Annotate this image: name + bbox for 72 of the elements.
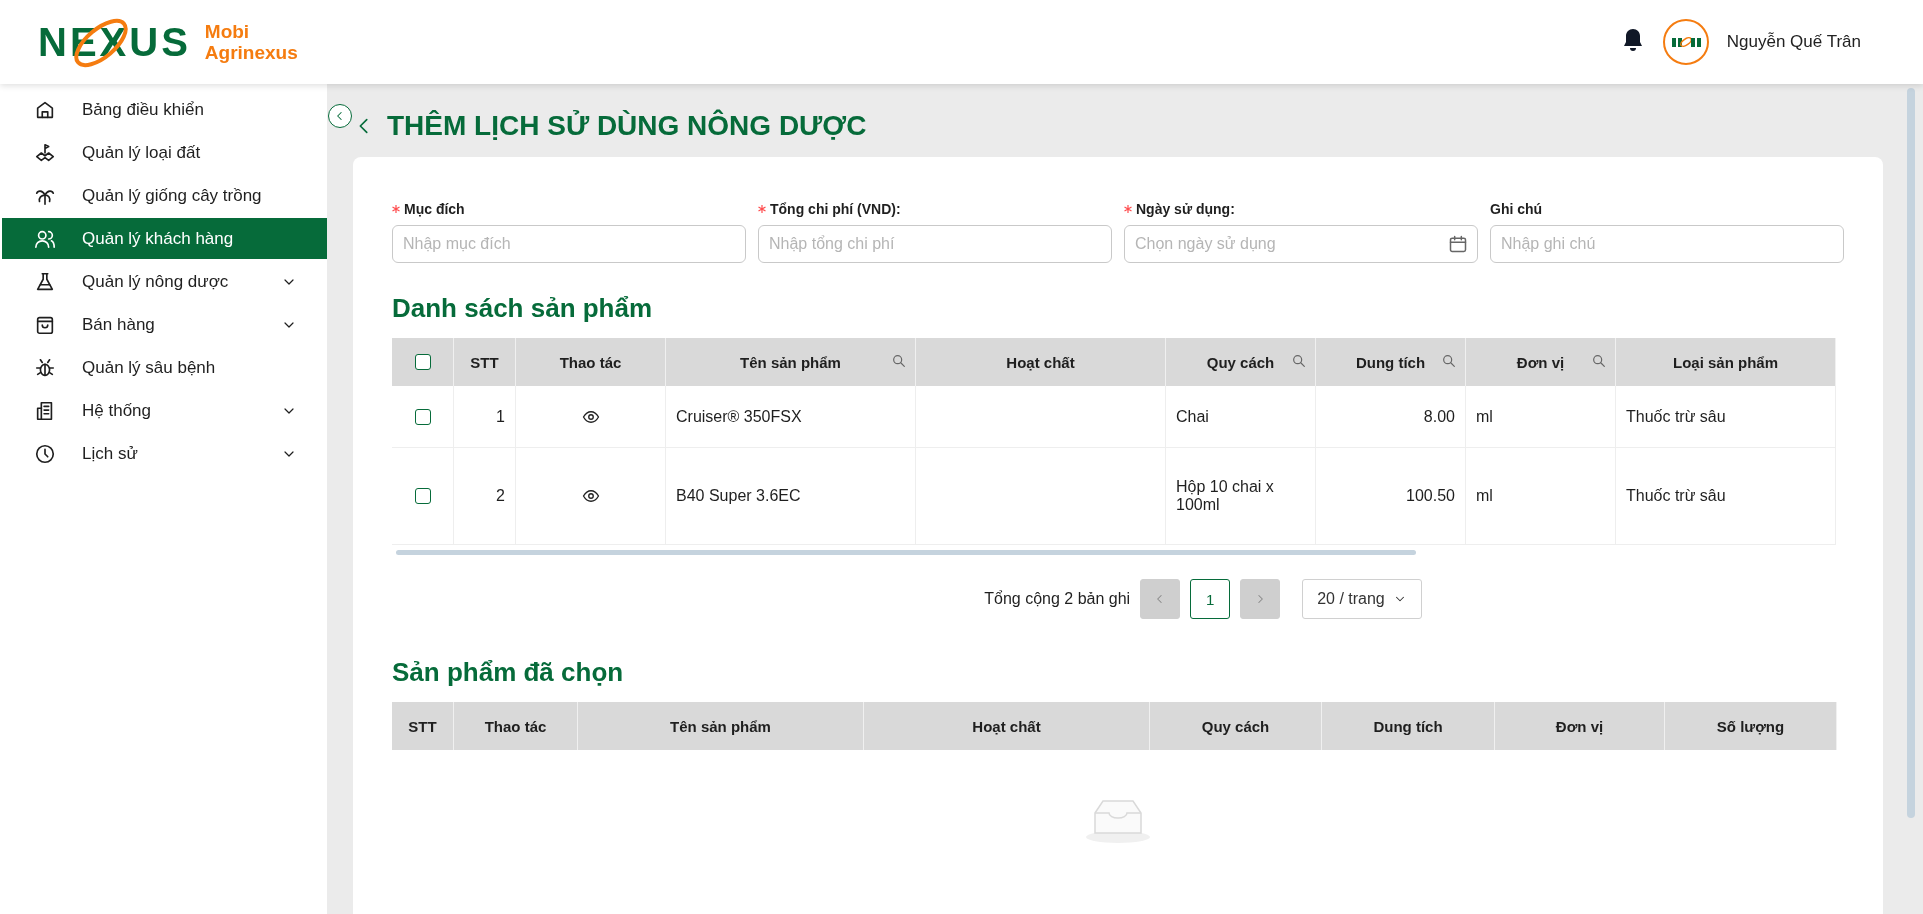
sidebar-item[interactable]: Quản lý loại đất — [2, 132, 327, 173]
sidebar-item[interactable]: Lịch sử — [2, 433, 327, 474]
page-button[interactable]: 1 — [1190, 579, 1231, 619]
sidebar-item[interactable]: Quản lý khách hàng — [2, 218, 327, 259]
input-field[interactable]: Nhập tổng chi phí — [758, 225, 1112, 263]
sidebar-item[interactable]: Quản lý giống cây trồng — [2, 175, 327, 216]
avatar-icon[interactable] — [1662, 19, 1709, 65]
table-cell-text: Hộp 10 chai x 100ml — [1176, 478, 1275, 514]
column-header: Đơn vị — [1555, 717, 1604, 735]
search-icon[interactable] — [1291, 352, 1307, 369]
column-header: Hoạt chất — [1006, 353, 1075, 371]
collapse-button[interactable] — [328, 104, 352, 128]
column-header: Số lượng — [1716, 717, 1785, 735]
column-header: Loại sản phẩm — [1673, 353, 1778, 371]
search-icon[interactable] — [891, 352, 907, 369]
column-header: Thao tác — [559, 353, 622, 371]
date-picker[interactable]: Chọn ngày sử dụng — [1124, 225, 1478, 263]
table-cell: ml — [1476, 407, 1493, 426]
column-header: Đơn vị — [1516, 353, 1565, 371]
total-records: Tổng cộng 2 bản ghi — [984, 590, 1131, 608]
sidebar-item[interactable]: Hệ thống — [2, 390, 327, 431]
table-cell: ml — [1476, 487, 1493, 505]
field-label: Tổng chi phí (VND): — [770, 201, 901, 217]
column-header: Thao tác — [484, 717, 547, 735]
page-title: THÊM LỊCH SỬ DÙNG NÔNG DƯỢC — [387, 110, 867, 142]
column-header: STT — [470, 353, 499, 371]
user-name[interactable]: Nguyễn Quế Trân — [1726, 32, 1861, 52]
table-cell: 100.50 — [1406, 487, 1455, 505]
column-header: Dung tích — [1373, 717, 1443, 735]
table-cell: 2 — [496, 487, 505, 505]
sidebar-item[interactable]: Quản lý sâu bệnh — [2, 347, 327, 388]
clock-icon — [34, 442, 56, 465]
checkbox[interactable] — [414, 354, 431, 370]
scrollbar[interactable] — [396, 550, 1416, 555]
column-header: Dung tích — [1355, 353, 1426, 371]
section-heading: Sản phẩm đã chọn — [392, 657, 625, 688]
bug-icon — [34, 356, 56, 379]
column-header: Quy cách — [1201, 717, 1270, 735]
brand-name: Mobi — [204, 21, 251, 42]
scrollbar[interactable] — [1907, 88, 1915, 818]
table-cell: Cruiser® 350FSX — [676, 407, 802, 426]
search-icon[interactable] — [1591, 352, 1607, 369]
view-button[interactable] — [581, 487, 600, 505]
field-label: Mục đích — [404, 201, 465, 217]
brand-name: Agrinexus — [204, 42, 298, 63]
table-cell: 1 — [496, 407, 505, 426]
plant-plot-icon — [34, 141, 56, 164]
column-header: Quy cách — [1206, 353, 1275, 371]
table-cell: Thuốc trừ sâu — [1626, 407, 1726, 426]
checkbox[interactable] — [414, 488, 431, 504]
column-header: Hoạt chất — [972, 717, 1041, 735]
sidebar-item[interactable]: Bán hàng — [2, 304, 327, 345]
column-header: Tên sản phẩm — [670, 717, 771, 735]
sidebar-item[interactable]: Bảng điều khiển — [2, 89, 327, 130]
sidebar-item[interactable]: Quản lý nông dược — [2, 261, 327, 302]
column-header: STT — [408, 717, 437, 735]
column-header: Tên sản phẩm — [740, 353, 841, 371]
field-label: Ghi chú — [1490, 201, 1543, 217]
table-cell: 8.00 — [1423, 407, 1455, 426]
table-cell: Chai — [1176, 407, 1209, 426]
table-cell: Thuốc trừ sâu — [1626, 487, 1726, 505]
flask-icon — [34, 270, 56, 293]
eye-icon — [581, 487, 600, 505]
input-field[interactable]: Nhập mục đích — [392, 225, 746, 263]
checkbox[interactable] — [414, 408, 431, 425]
calendar-icon — [1448, 234, 1468, 254]
field-label: Ngày sử dụng: — [1136, 201, 1235, 217]
search-icon[interactable] — [1441, 352, 1457, 369]
section-heading: Danh sách sản phẩm — [392, 293, 654, 324]
input-field[interactable]: Nhập ghi chú — [1490, 225, 1844, 263]
table-cell: B40 Super 3.6EC — [676, 487, 801, 505]
page-size-select[interactable]: 20 / trang — [1302, 579, 1422, 619]
